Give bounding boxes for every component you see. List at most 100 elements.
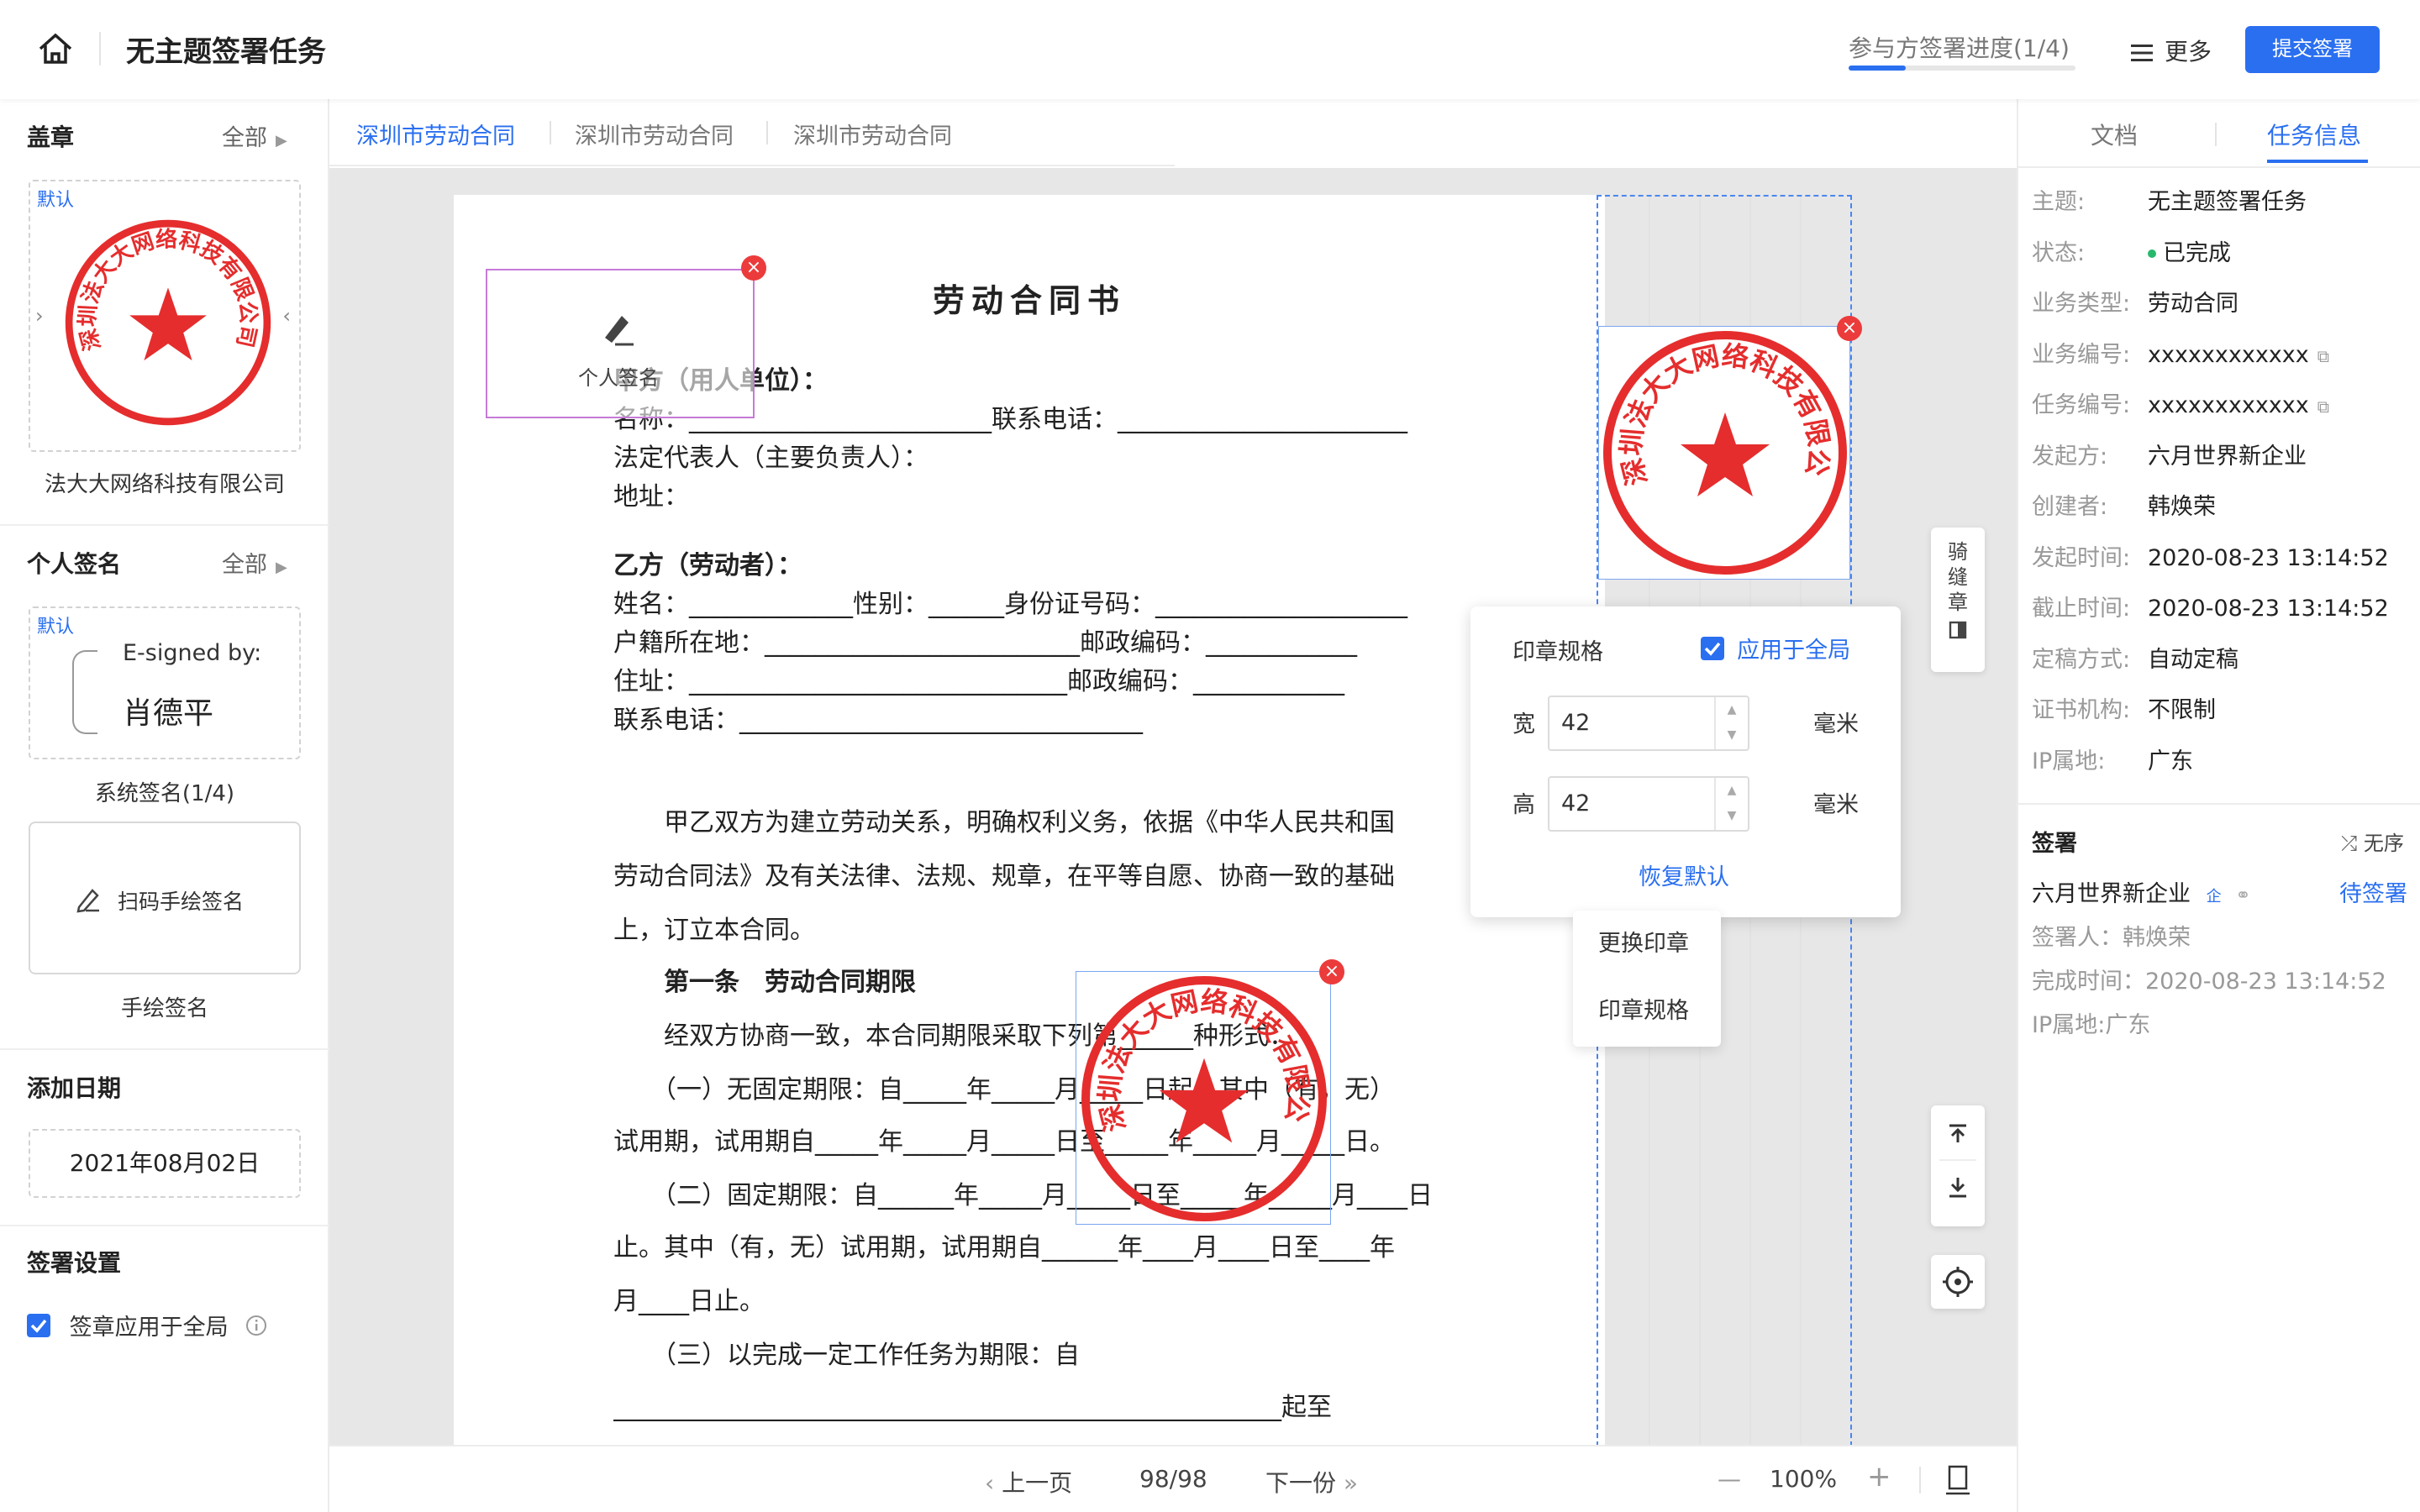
menu-item-replace-seal[interactable]: 更换印章 — [1573, 911, 1721, 978]
info-key: 主题: — [2032, 189, 2086, 215]
info-key: 业务编号: — [2032, 341, 2131, 368]
locate-icon — [1943, 1267, 1973, 1297]
task-info-row: 业务类型: 劳动合同 — [2032, 285, 2238, 318]
scroll-to-top-icon[interactable] — [1931, 1105, 1985, 1159]
doc-tab-3[interactable]: 深圳市劳动合同 — [793, 118, 952, 150]
scan-hand-sign-button[interactable]: 扫码手绘签名 — [118, 885, 244, 916]
date-stamp-card[interactable]: 2021年08月02日 — [29, 1129, 301, 1198]
height-stepper[interactable]: ▲ ▼ — [1714, 778, 1748, 830]
personal-signature-field[interactable]: 个人签名 — [486, 269, 755, 418]
remove-signature-close-icon[interactable]: × — [741, 255, 766, 281]
doc-tab-1[interactable]: 深圳市劳动合同 — [356, 118, 515, 150]
info-key: 截止时间: — [2032, 596, 2131, 622]
copy-icon[interactable]: ⧉ — [2317, 346, 2329, 366]
divider — [0, 1048, 329, 1050]
pagination-bar: ‹ 上一页 98/98 下一份 » — 100% + — [329, 1445, 2017, 1512]
info-value: 韩焕荣 — [2148, 494, 2216, 520]
zoom-in-icon[interactable]: + — [1867, 1460, 1891, 1494]
document-canvas[interactable]: 劳动合同书 甲方（用人单位）： 名称：_____________________… — [329, 168, 2017, 1445]
remove-riding-seal-close-icon[interactable]: × — [1837, 316, 1862, 341]
next-doc-button[interactable]: 下一份 » — [1265, 1465, 1358, 1499]
company-seal-card[interactable]: 默认 深圳法大大网络科技有限公司 › ‹ — [29, 180, 301, 452]
order-toggle[interactable]: ⤮ 无序 — [2341, 827, 2404, 856]
fit-page-icon[interactable] — [1944, 1465, 1971, 1495]
more-label: 更多 — [2165, 38, 2212, 66]
pen-icon — [605, 316, 634, 346]
chevron-right-icon: ▶ — [276, 132, 287, 150]
pen-icon — [76, 889, 99, 913]
more-menu-button[interactable]: 更多 — [2131, 34, 2212, 67]
settings-section-title: 签署设置 — [27, 1249, 122, 1277]
info-key: 状态: — [2032, 239, 2086, 266]
chevron-right-icon[interactable]: ‹ — [282, 304, 291, 328]
tab-document[interactable]: 文档 — [2091, 118, 2138, 151]
doc-line: 住址：______________________________邮政编码：__… — [613, 667, 1344, 696]
locate-button[interactable] — [1931, 1255, 1985, 1309]
home-icon[interactable] — [37, 32, 74, 66]
divider — [0, 1225, 329, 1226]
signing-party-row: 六月世界新企业 企 ⚭ — [2032, 875, 2251, 908]
chevron-left-icon[interactable]: › — [35, 304, 44, 328]
task-info-row: 状态: 已完成 — [2032, 234, 2231, 267]
width-input[interactable]: 42 ▲ ▼ — [1548, 696, 1749, 751]
personal-signature-label: 个人签名 — [578, 366, 659, 390]
task-info-row: 创建者: 韩焕荣 — [2032, 488, 2216, 521]
info-value: 自动定稿 — [2148, 646, 2238, 673]
zoom-out-icon[interactable]: — — [1718, 1465, 1741, 1493]
scroll-to-bottom-icon[interactable] — [1931, 1161, 1985, 1215]
apply-global-checkbox[interactable] — [1701, 636, 1724, 660]
seal-all-filter[interactable]: 全部 ▶ — [222, 119, 287, 152]
scroll-tools — [1931, 1105, 1985, 1226]
riding-seal-button[interactable]: 骑 缝 章 — [1931, 528, 1985, 672]
height-label: 高 — [1512, 792, 1535, 818]
document-page: 劳动合同书 甲方（用人单位）： 名称：_____________________… — [454, 195, 1605, 1445]
status-dot — [2148, 249, 2156, 258]
riding-seal[interactable]: 深圳法大大网络科技有限公司 — [1586, 302, 1850, 580]
apply-global-checkbox-row[interactable]: 应用于全局 — [1701, 632, 1850, 664]
apply-all-checkbox-row[interactable]: 签章应用于全局 — [27, 1309, 267, 1341]
placed-seal[interactable]: 深圳法大大网络科技有限公司 — [1064, 947, 1331, 1225]
check-icon — [1704, 642, 1721, 656]
info-key: IP属地: — [2032, 748, 2106, 774]
signer-name: 签署人：韩焕荣 — [2032, 925, 2191, 951]
doc-line: 甲乙双方为建立劳动关系，明确权利义务，依据《中华人民共和国 — [613, 808, 1395, 837]
remove-seal-close-icon[interactable]: × — [1319, 959, 1344, 984]
info-value: 2020-08-23 13:14:52 — [2148, 596, 2389, 622]
width-value: 42 — [1561, 710, 1591, 736]
info-key: 定稿方式: — [2032, 646, 2131, 673]
company-seal-label: 法大大网络科技有限公司 — [44, 472, 285, 497]
default-badge: 默认 — [30, 608, 82, 642]
reset-default-link[interactable]: 恢复默认 — [1639, 858, 1729, 891]
info-value: xxxxxxxxxxxx — [2148, 392, 2309, 418]
system-signature-label: 系统签名(1/4) — [94, 781, 235, 806]
menu-item-seal-spec[interactable]: 印章规格 — [1573, 978, 1721, 1045]
copy-icon[interactable]: ⧉ — [2317, 396, 2329, 417]
hand-signature-card[interactable]: 扫码手绘签名 — [29, 822, 301, 974]
riding-seal-char: 章 — [1948, 591, 1968, 614]
width-unit: 毫米 — [1813, 711, 1859, 738]
tab-task-info[interactable]: 任务信息 — [2267, 118, 2361, 151]
task-info-row: 任务编号: xxxxxxxxxxxx ⧉ — [2032, 386, 2329, 419]
signing-section-title: 签署 — [2032, 831, 2077, 857]
divider — [0, 524, 329, 526]
seal-context-menu: 更换印章 印章规格 — [1573, 911, 1721, 1047]
system-signature-card[interactable]: 默认 E-signed by: 肖德平 — [29, 606, 301, 759]
sign-progress-label[interactable]: 参与方签署进度(1/4) — [1849, 30, 2070, 64]
personal-all-filter[interactable]: 全部 ▶ — [222, 546, 287, 579]
seal-spec-popup: 印章规格 应用于全局 宽 42 ▲ ▼ 毫米 高 42 ▲ ▼ 毫米 恢复默认 — [1470, 606, 1901, 917]
submit-sign-button[interactable]: 提交签署 — [2245, 26, 2380, 73]
active-tab-underline — [2267, 160, 2368, 163]
doc-tab-2[interactable]: 深圳市劳动合同 — [575, 118, 734, 150]
document-tabs: 深圳市劳动合同 深圳市劳动合同 深圳市劳动合同 — [329, 99, 1175, 166]
height-value: 42 — [1561, 790, 1591, 816]
link-icon[interactable]: ⚭ — [2235, 885, 2250, 906]
signing-status[interactable]: 待签署 — [2339, 875, 2407, 908]
info-icon[interactable] — [245, 1315, 267, 1336]
height-input[interactable]: 42 ▲ ▼ — [1548, 776, 1749, 832]
apply-all-checkbox[interactable] — [27, 1313, 50, 1337]
zoom-level: 100% — [1770, 1465, 1838, 1493]
width-stepper[interactable]: ▲ ▼ — [1714, 697, 1748, 749]
prev-page-button[interactable]: ‹ 上一页 — [985, 1465, 1072, 1499]
task-info-row: 发起方: 六月世界新企业 — [2032, 438, 2307, 470]
width-label: 宽 — [1512, 711, 1535, 738]
